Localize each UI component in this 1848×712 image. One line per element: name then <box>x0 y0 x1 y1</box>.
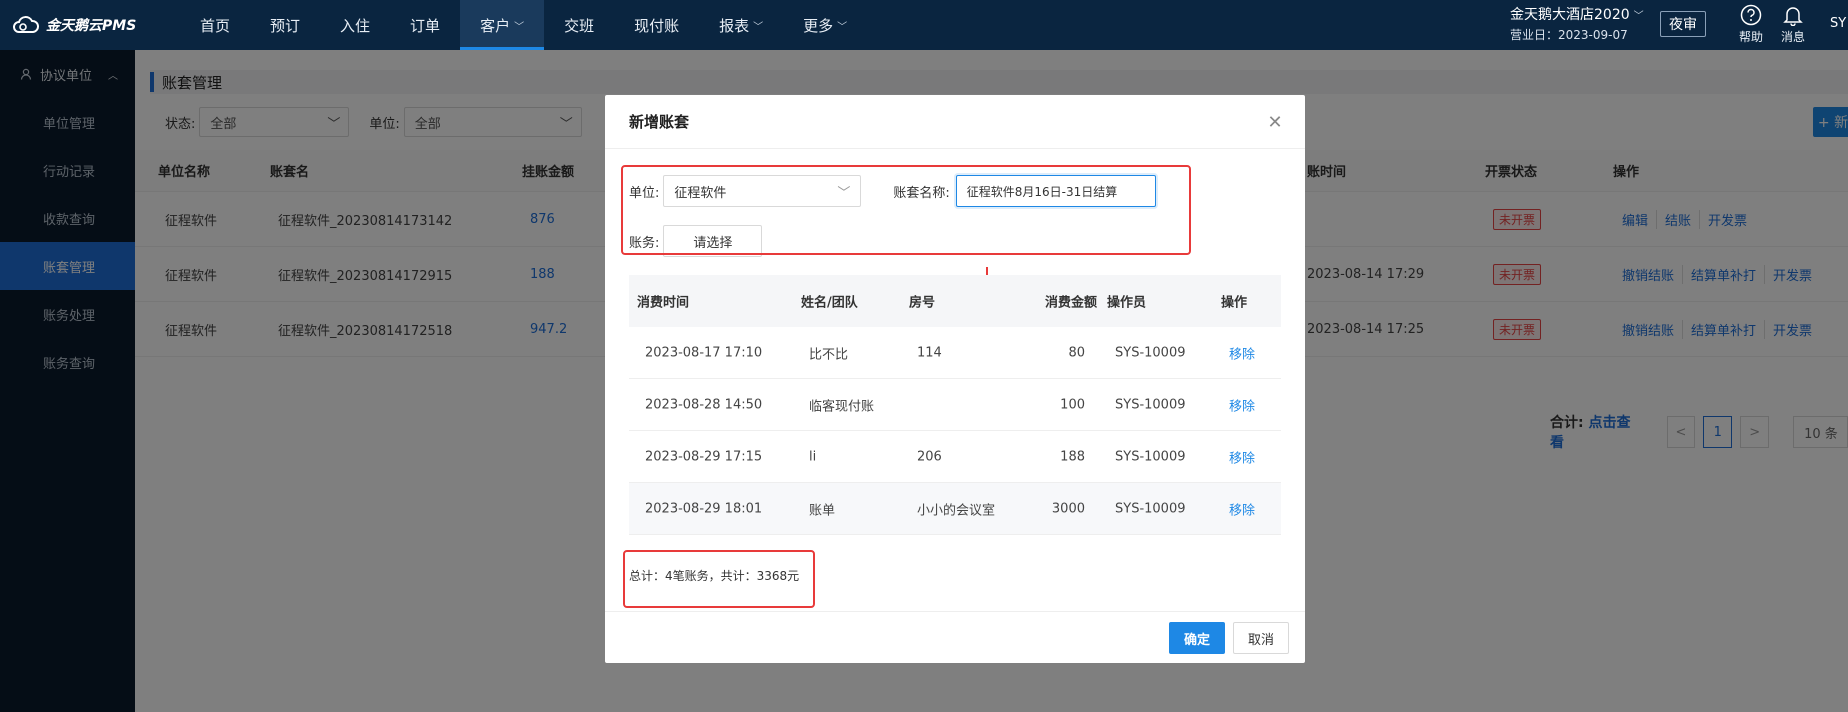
remove-link[interactable]: 移除 <box>1229 499 1255 518</box>
close-icon[interactable]: ✕ <box>1265 112 1285 133</box>
cell-amount: 3000 <box>1051 501 1085 516</box>
cell-guest: 临客现付账 <box>809 399 875 414</box>
nav-label: 交班 <box>564 16 595 35</box>
messages-label: 消息 <box>1780 30 1805 44</box>
cell-guest: 比不比 <box>809 347 849 362</box>
cell-time: 2023-08-28 14:50 <box>645 397 763 412</box>
nav-home[interactable]: 首页 <box>180 0 250 50</box>
chevron-down-icon: ﹀ <box>837 21 848 33</box>
nav-label: 预订 <box>270 16 301 35</box>
bill-items-table: 消费时间 姓名/团队 房号 消费金额 操作员 操作 2023-08-17 17:… <box>629 275 1281 535</box>
new-account-set-dialog: 新增账套 ✕ 单位: 征程软件 ﹀ 账套名称: 征程软件8月16日-31日结算 账… <box>605 95 1305 663</box>
help-label: 帮助 <box>1738 30 1763 44</box>
cell-guest: 账单 <box>809 503 836 518</box>
cell-amount: 188 <box>1060 449 1085 464</box>
header-room: 房号 <box>909 295 936 311</box>
nav-label: 更多 <box>803 16 834 35</box>
nav-label: 首页 <box>200 16 231 35</box>
table-header: 消费时间 姓名/团队 房号 消费金额 操作员 操作 <box>629 275 1281 327</box>
cell-operator: SYS-10009 <box>1115 449 1186 464</box>
dialog-title: 新增账套 <box>605 95 1305 149</box>
chevron-down-icon: ﹀ <box>1633 11 1644 22</box>
help-button[interactable]: 帮助 <box>1733 4 1769 45</box>
nav-label: 入住 <box>340 16 371 35</box>
nav-checkin[interactable]: 入住 <box>320 0 390 50</box>
header-guest: 姓名/团队 <box>801 295 858 311</box>
logo-text: 金天鹅云PMS <box>46 18 137 34</box>
cell-time: 2023-08-29 17:15 <box>645 449 763 464</box>
remove-link[interactable]: 移除 <box>1229 447 1255 466</box>
help-icon <box>1740 4 1762 26</box>
nav-reservation[interactable]: 预订 <box>250 0 320 50</box>
cloud-icon <box>13 16 39 33</box>
cell-amount: 80 <box>1068 345 1085 360</box>
confirm-button[interactable]: 确定 <box>1169 622 1225 654</box>
cell-time: 2023-08-29 18:01 <box>645 501 763 516</box>
nav-label: 订单 <box>410 16 441 35</box>
top-nav-bar: 金天鹅云PMS 首页 预订 入住 订单 客户 ﹀ 交班 现付账 报表 ﹀ 更多 ﹀ 金… <box>0 0 1848 50</box>
nav-orders[interactable]: 订单 <box>390 0 460 50</box>
night-audit-button[interactable]: 夜审 <box>1660 11 1706 37</box>
annotation-box <box>621 165 1191 255</box>
header-time: 消费时间 <box>637 295 690 311</box>
nav-label: 客户 <box>480 16 511 35</box>
nav-reports[interactable]: 报表 ﹀ <box>699 0 783 50</box>
cell-room: 小小的会议室 <box>917 503 996 518</box>
nav-customers[interactable]: 客户 ﹀ <box>460 0 545 50</box>
remove-link[interactable]: 移除 <box>1229 395 1255 414</box>
nav-more[interactable]: 更多 ﹀ <box>783 0 867 50</box>
cell-operator: SYS-10009 <box>1115 501 1186 516</box>
app-logo[interactable]: 金天鹅云PMS <box>0 15 170 35</box>
header-op: 操作 <box>1221 295 1248 311</box>
main-nav: 首页 预订 入住 订单 客户 ﹀ 交班 现付账 报表 ﹀ 更多 ﹀ <box>180 0 867 50</box>
bell-icon <box>1783 7 1803 26</box>
cell-room: 206 <box>917 449 942 464</box>
header-amount: 消费金额 <box>1045 295 1098 311</box>
dialog-footer: 确定 取消 <box>605 611 1305 663</box>
table-row: 2023-08-28 14:50 临客现付账 100 SYS-10009 移除 <box>629 379 1281 431</box>
cell-operator: SYS-10009 <box>1115 345 1186 360</box>
table-row: 2023-08-29 17:15 li 206 188 SYS-10009 移除 <box>629 431 1281 483</box>
nav-cash-account[interactable]: 现付账 <box>614 0 699 50</box>
nav-label: 报表 <box>719 16 750 35</box>
table-row: 2023-08-29 18:01 账单 小小的会议室 3000 SYS-1000… <box>629 483 1281 535</box>
hotel-name: 金天鹅大酒店2020 <box>1510 7 1630 23</box>
table-row: 2023-08-17 17:10 比不比 114 80 SYS-10009 移除 <box>629 327 1281 379</box>
header-operator: 操作员 <box>1107 295 1147 311</box>
cell-guest: li <box>809 449 817 464</box>
nav-shift[interactable]: 交班 <box>544 0 614 50</box>
cell-room: 114 <box>917 345 942 360</box>
cell-time: 2023-08-17 17:10 <box>645 345 763 360</box>
cell-amount: 100 <box>1060 397 1085 412</box>
business-date: 营业日：2023-09-07 <box>1510 28 1628 42</box>
chevron-down-icon: ﹀ <box>753 21 764 33</box>
remove-link[interactable]: 移除 <box>1229 343 1255 362</box>
chevron-down-icon: ﹀ <box>514 21 525 33</box>
nav-label: 现付账 <box>634 16 680 35</box>
cell-operator: SYS-10009 <box>1115 397 1186 412</box>
cancel-button[interactable]: 取消 <box>1233 622 1289 654</box>
messages-button[interactable]: 消息 <box>1775 4 1811 45</box>
hotel-switcher[interactable]: 金天鹅大酒店2020 ﹀ 营业日：2023-09-07 <box>1510 6 1644 45</box>
user-menu[interactable]: SY <box>1830 16 1846 31</box>
bill-summary: 总计：4笔账务，共计：3368元 <box>629 569 800 583</box>
